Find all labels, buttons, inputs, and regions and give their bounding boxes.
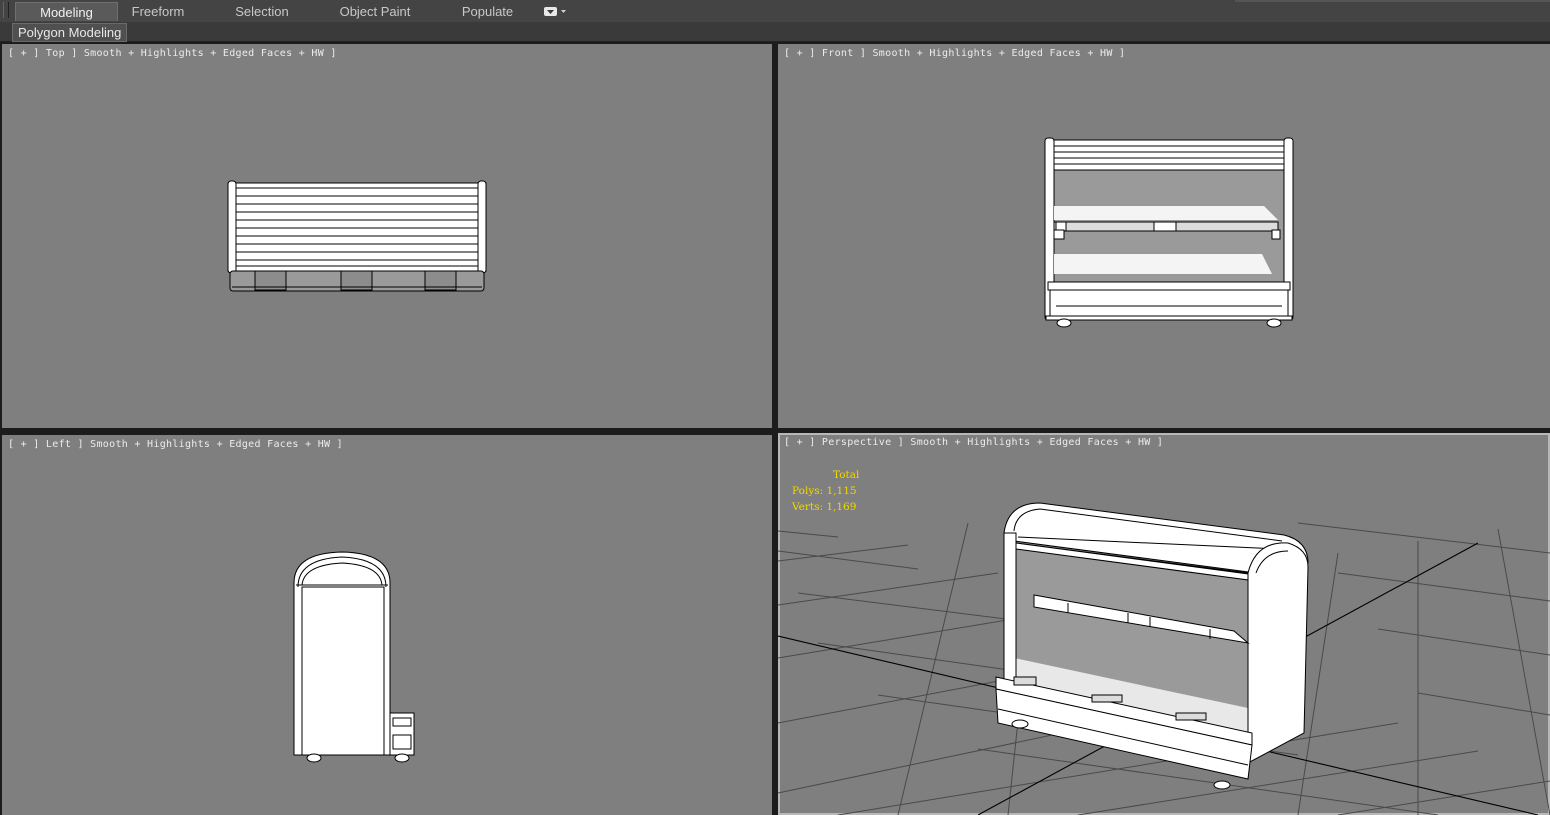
viewport-perspective[interactable]: [ + ] Perspective ] Smooth + Highlights …: [778, 433, 1550, 815]
viewport-front[interactable]: [ + ] Front ] Smooth + Highlights + Edge…: [778, 44, 1550, 428]
tab-object-paint[interactable]: Object Paint: [330, 2, 420, 21]
viewport-left[interactable]: [ + ] Left ] Smooth + Highlights + Edged…: [2, 435, 772, 815]
ribbon-right-strip: [1235, 0, 1550, 2]
ribbon-panel: Polygon Modeling: [0, 22, 1550, 42]
dropdown-menu-icon[interactable]: [543, 6, 569, 17]
tab-modeling[interactable]: Modeling: [15, 2, 118, 21]
tab-freeform[interactable]: Freeform: [118, 2, 198, 21]
ribbon-grip[interactable]: [3, 2, 9, 18]
left-view-model: [293, 551, 415, 763]
polygon-modeling-panel[interactable]: Polygon Modeling: [12, 23, 128, 42]
viewport-top[interactable]: [ + ] Top ] Smooth + Highlights + Edged …: [2, 44, 772, 428]
top-view-model: [227, 180, 487, 292]
ribbon-tab-bar: Modeling Freeform Selection Object Paint…: [0, 0, 1550, 23]
tab-populate[interactable]: Populate: [450, 2, 525, 21]
front-view-model: [1044, 137, 1294, 328]
perspective-view-model: [778, 502, 1550, 815]
tab-selection[interactable]: Selection: [220, 2, 304, 21]
